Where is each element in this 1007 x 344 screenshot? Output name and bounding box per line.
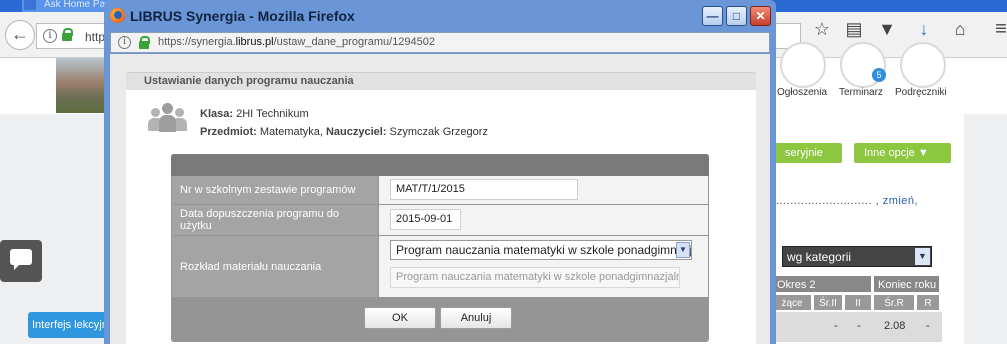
nav-podreczniki-button[interactable] [900,42,946,88]
form-row-rozklad: Rozkład materiału nauczania Program nauc… [172,236,708,297]
nr-label: Nr w szkolnym zestawie programów [172,176,378,204]
download-icon[interactable]: ↓ [913,20,935,38]
pocket-icon[interactable]: ▼ [876,20,898,38]
header-okres-2: Okres 2 [772,275,872,293]
form-row-nr: Nr w szkolnym zestawie programów MAT/T/1… [172,176,708,204]
url-prefix: https://synergia. [158,36,236,48]
popup-window-title: LIBRUS Synergia - Mozilla Firefox [130,8,355,24]
category-select[interactable]: wg kategorii ▼ [782,246,932,267]
data-input[interactable]: 2015-09-01 [390,209,461,230]
terminarz-badge: 5 [872,68,886,82]
nav-ogloszenia-button[interactable] [780,42,826,88]
chevron-down-icon[interactable]: ▼ [676,242,690,258]
maximize-button[interactable]: □ [726,6,747,26]
przedmiot-value: Matematyka, [259,126,323,138]
zmien-link[interactable]: zmień [883,195,915,207]
background-url-text: http [85,30,106,44]
back-arrow-icon[interactable]: ← [5,20,35,50]
nav-terminarz-label[interactable]: Terminarz [839,87,883,98]
rozklad-select-value: Program nauczania matematyki w szkole po… [396,243,692,257]
info-icon[interactable]: i [43,29,57,43]
category-select-value: wg kategorii [787,250,852,264]
nav-ogloszenia-label[interactable]: Ogłoszenia [777,87,827,98]
popup-url-bar[interactable]: i https://synergia.librus.pl/ustaw_dane_… [110,32,770,53]
sub-header: Śr.II [813,294,843,311]
klasa-value: 2HI Technikum [236,108,309,120]
zmien-suffix: , [914,195,919,207]
data-cell: 2015-09-01 [379,205,708,235]
klasa-label: Klasa: [200,108,234,120]
chevron-down-icon[interactable]: ▼ [915,248,930,265]
table-cell: - [857,320,861,332]
url-domain: librus.pl [235,36,274,48]
popup-url-text: https://synergia.librus.pl/ustaw_dane_pr… [158,36,435,48]
popup-window: LIBRUS Synergia - Mozilla Firefox — □ ✕ … [104,0,776,344]
nr-input[interactable]: MAT/T/1/2015 [390,179,578,200]
people-group-icon [148,102,188,134]
rozklad-label: Rozkład materiału nauczania [172,236,378,297]
reading-list-icon[interactable]: ▤ [843,20,865,38]
inne-opcje-tab[interactable]: Inne opcje ▼ [854,143,951,163]
przedmiot-label: Przedmiot: [200,126,257,138]
sub-header: Śr.R [873,294,915,311]
popup-content: Ustawianie danych programu nauczania Kla… [110,54,770,344]
chat-button[interactable] [0,240,42,282]
search-icon [24,0,36,10]
table-cell: - [834,320,838,332]
table-cell: 2.08 [884,320,906,332]
table-cell: - [926,320,930,332]
url-path: /ustaw_dane_programu/1294502 [273,36,436,48]
firefox-logo-icon [110,8,125,23]
rozklad-secondary-field[interactable]: Program nauczania matematyki w szkole po… [390,267,680,288]
section-header: Ustawianie danych programu nauczania [126,72,756,90]
bookmark-star-icon[interactable]: ☆ [811,20,833,38]
menu-icon[interactable]: ≡ [990,19,1007,39]
ok-button[interactable]: OK [364,307,436,329]
klasa-line: Klasa: 2HI Technikum [200,108,309,120]
lock-icon [62,28,73,41]
chat-bubble-icon [10,249,32,270]
interfejs-lekcyjny-button[interactable]: Interfejs lekcyjn [28,312,108,338]
nauczyciel-value: Szymczak Grzegorz [389,126,488,138]
background-dots-line: ........................... , zmień, [776,195,918,207]
lock-icon [139,36,150,49]
przedmiot-line: Przedmiot: Matematyka, Nauczyciel: Szymc… [200,126,488,138]
nauczyciel-label: Nauczyciel: [325,126,387,138]
sub-header: II [844,294,872,311]
seryjnie-tab[interactable]: seryjnie [775,143,842,163]
close-button[interactable]: ✕ [750,6,771,26]
anuluj-button[interactable]: Anuluj [440,307,512,329]
background-tab[interactable]: Ask Home Pa [22,0,112,12]
info-icon[interactable]: i [118,36,131,49]
rozklad-cell: Program nauczania matematyki w szkole po… [379,236,708,297]
form-row-data: Data dopuszczenia programu do użytku 201… [172,205,708,235]
sub-header: żące [772,294,812,311]
program-form: Nr w szkolnym zestawie programów MAT/T/1… [171,154,709,342]
minimize-button[interactable]: — [702,6,723,26]
background-tab-title: Ask Home Pa [44,0,106,10]
section-title: Ustawianie danych programu nauczania [144,75,354,87]
header-koniec-roku: Koniec roku [873,275,940,293]
nr-cell: MAT/T/1/2015 [379,176,708,204]
sub-header: R [916,294,940,311]
rozklad-select[interactable]: Program nauczania matematyki w szkole po… [390,240,692,260]
dots-text: ........................... , [776,195,880,207]
form-header-bar [171,154,709,176]
nav-podreczniki-label[interactable]: Podręczniki [895,87,947,98]
home-icon[interactable]: ⌂ [949,20,971,38]
settings-panel: Klasa: 2HI Technikum Przedmiot: Matematy… [126,90,756,344]
school-photo [56,58,108,113]
data-label: Data dopuszczenia programu do użytku [172,205,378,235]
